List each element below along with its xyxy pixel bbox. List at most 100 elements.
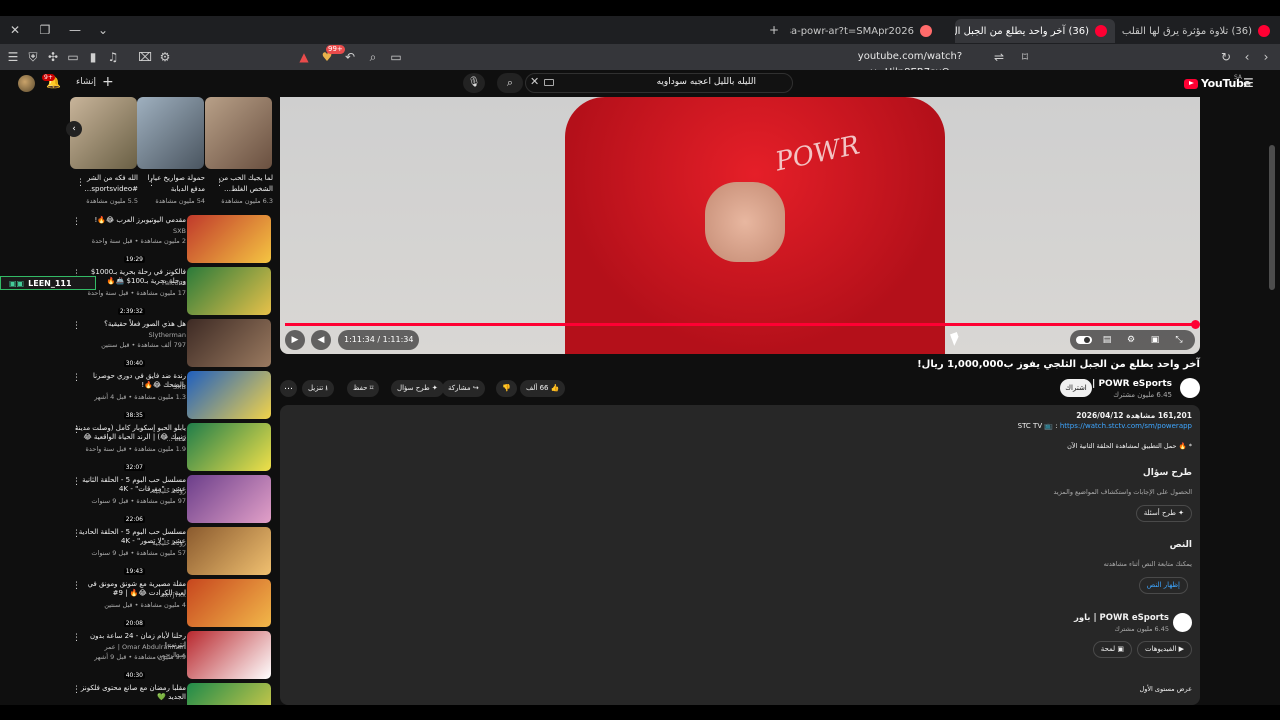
video-player[interactable]: POWR ▶ ◀ 1:11:34 / 1:11:34 ▤ ⚙ ▣ ⤡ <box>280 97 1200 354</box>
channel-name[interactable]: Slytherman <box>74 331 186 339</box>
short-thumbnail[interactable] <box>137 97 204 169</box>
volume-icon[interactable]: ◀ <box>311 330 331 350</box>
more-options-icon[interactable]: ⋮ <box>72 685 81 695</box>
forward-icon[interactable]: › <box>1257 48 1275 66</box>
more-options-icon[interactable]: ⋮ <box>72 425 81 435</box>
puzzle-icon[interactable]: ✣ <box>44 48 62 66</box>
share-button[interactable]: ↪ مشاركة <box>442 380 485 397</box>
video-thumbnail[interactable] <box>187 267 271 315</box>
tab-stctv[interactable]: stctv.com/sa-powr-ar?t=SMApr2026 <box>790 19 940 43</box>
more-options-icon[interactable]: ⋮ <box>215 178 224 188</box>
list-item[interactable]: 19:29 مقدمي اليوتيوبرز العرب 😂🔥! SXB 2 مليو… <box>60 215 275 267</box>
reload-alt-icon[interactable]: ↶ <box>341 48 359 66</box>
more-options-icon[interactable]: ⋮ <box>72 477 81 487</box>
video-title[interactable]: هل هذي الصور فعلاً حقيقية؟ <box>74 320 186 329</box>
channel-name[interactable]: LLE ... <box>74 435 186 443</box>
address-bar[interactable]: youtube.com/watch?v=Hiln8ER7suQ <box>820 49 1000 78</box>
sidebar-icon[interactable]: ▮ <box>84 48 102 66</box>
miniplayer-icon[interactable]: ▣ <box>1148 333 1162 347</box>
dislike-button[interactable]: 👎 <box>496 380 517 397</box>
settings-gear-icon[interactable]: ⚙ <box>1124 333 1138 347</box>
autoplay-toggle[interactable] <box>1076 336 1092 344</box>
more-options-icon[interactable]: ⋮ <box>76 178 85 188</box>
video-thumbnail[interactable] <box>187 683 271 705</box>
channel-name[interactable]: sxYjYxx <box>74 591 186 599</box>
description-link[interactable]: https://watch.stctv.com/sm/powerapp <box>1060 422 1192 430</box>
channel-name[interactable]: روتانا خليجية <box>74 539 186 547</box>
like-button[interactable]: 👍 66 ألف <box>520 380 566 397</box>
site-settings-icon[interactable]: ⇌ <box>990 48 1008 66</box>
tabs-icon[interactable]: ▭ <box>64 48 82 66</box>
list-item[interactable]: 22:06 مسلسل حب البوم 5 - الحلقة الثانية ع… <box>60 475 275 527</box>
progress-bar[interactable] <box>285 320 1200 329</box>
scrubber-handle[interactable] <box>1191 320 1200 329</box>
search-small-icon[interactable]: ⌕ <box>364 48 382 66</box>
tab-quran[interactable]: (36) تلاوة مؤثرة يرق لها القلب الشيخ ي <box>1118 19 1278 43</box>
clear-search-icon[interactable]: ✕ <box>530 75 539 88</box>
list-item[interactable]: 30:40 هل هذي الصور فعلاً حقيقية؟ Slytherma… <box>60 319 275 371</box>
create-button[interactable]: إنشاء + <box>76 75 114 89</box>
back-icon[interactable]: ‹ <box>1238 48 1256 66</box>
videos-button[interactable]: ▶ الفيديوهات <box>1137 641 1192 658</box>
channel-avatar-small[interactable] <box>1173 613 1192 632</box>
youtube-logo[interactable]: YouTube SA <box>1184 74 1251 90</box>
channel-name[interactable]: روتانا خليجية <box>74 487 186 495</box>
list-item[interactable]: 32:07 يابلو الحبو إسكوبار كامل (وصلت مدين… <box>60 423 275 475</box>
subtitles-icon[interactable]: ▤ <box>1100 333 1114 347</box>
ask-button[interactable]: ✦ طرح سؤال <box>391 380 444 397</box>
menu-icon[interactable]: ☰ <box>4 48 22 66</box>
more-options-icon[interactable]: ⋮ <box>72 529 81 539</box>
keyboard-icon[interactable] <box>544 79 554 86</box>
new-tab-icon[interactable]: + <box>765 21 783 39</box>
video-thumbnail[interactable] <box>187 527 271 575</box>
play-icon[interactable]: ▶ <box>285 330 305 350</box>
list-item[interactable]: 20:08 مقلة مصيرية مع شونق ومونق في لعبة ا… <box>60 579 275 631</box>
video-thumbnail[interactable] <box>187 215 271 263</box>
mic-icon[interactable]: 🎙 <box>463 73 485 93</box>
search-query[interactable]: الليله بالليل اعجبه سوداويه <box>657 77 756 87</box>
extension-icon[interactable]: ⚙ <box>156 48 174 66</box>
video-title[interactable]: مقلبا رمضان مع صانع محتوى فلكونز الجديد … <box>74 684 186 702</box>
minimize-window-icon[interactable]: — <box>66 21 84 39</box>
download-button[interactable]: ⭳ تنزيل <box>302 380 334 397</box>
list-item[interactable]: مقلبا رمضان مع صانع محتوى فلكونز الجديد … <box>60 683 275 705</box>
more-options-icon[interactable]: ⋮ <box>72 633 81 643</box>
show-transcript-button[interactable]: إظهار النص <box>1138 577 1188 594</box>
more-options-icon[interactable]: ⋮ <box>72 373 81 383</box>
save-button[interactable]: ⌑ حفظ <box>347 380 380 397</box>
tab-list-chevron-icon[interactable]: ⌄ <box>94 21 112 39</box>
more-options-icon[interactable]: ⋮ <box>72 217 81 227</box>
search-input[interactable]: الليله بالليل اعجبه سوداويه ✕ <box>525 73 793 93</box>
warning-icon[interactable]: ▲ <box>295 48 313 66</box>
more-actions-icon[interactable]: … <box>280 380 297 397</box>
video-thumbnail[interactable] <box>187 631 271 679</box>
more-options-icon[interactable]: ⋮ <box>72 581 81 591</box>
list-item[interactable]: 19:43 مسلسل حب البوم 5 - الحلقة الحادية ع… <box>60 527 275 579</box>
about-button[interactable]: ▣ لمحة <box>1092 641 1132 658</box>
description-channel-name[interactable]: POWR eSports | باور <box>1074 613 1169 623</box>
description-panel[interactable]: 161,201 مشاهدة 2026/04/12 STC TV 📺 : htt… <box>280 405 1200 705</box>
hamburger-menu-icon[interactable]: ☰ <box>1243 76 1254 90</box>
restore-window-icon[interactable]: ❐ <box>36 21 54 39</box>
music-icon[interactable]: ♫ <box>104 48 122 66</box>
video-thumbnail[interactable] <box>187 579 271 627</box>
close-window-icon[interactable]: ✕ <box>6 21 24 39</box>
avatar[interactable] <box>18 75 35 92</box>
list-item[interactable]: 40:30 رحلنا لأيام زمان - 24 ساعة بدون إنت… <box>60 631 275 683</box>
short-thumbnail[interactable] <box>205 97 272 169</box>
channel-name[interactable]: SXB <box>74 383 186 391</box>
list-item[interactable]: 2:39:32 فالكونز في رحلة بحرية بـ1000$ ورح… <box>60 267 275 319</box>
tab-active-video[interactable]: (36) آخر واحد يطلع من الجبل ال ✕ <box>955 19 1115 43</box>
video-thumbnail[interactable] <box>187 319 271 367</box>
video-thumbnail[interactable] <box>187 423 271 471</box>
search-icon[interactable]: ⌕ <box>497 73 523 93</box>
cast-icon[interactable]: ▭ <box>387 48 405 66</box>
channel-avatar[interactable] <box>1180 378 1200 398</box>
video-title[interactable]: مقدمي اليوتيوبرز العرب 😂🔥! <box>74 216 186 225</box>
video-thumbnail[interactable] <box>187 475 271 523</box>
subscribe-button[interactable]: اشتراك <box>1060 379 1092 397</box>
video-thumbnail[interactable] <box>187 371 271 419</box>
ask-questions-button[interactable]: ✦ طرح أسئلة <box>1135 505 1192 522</box>
channel-name[interactable]: SXB <box>74 227 186 235</box>
more-options-icon[interactable]: ⋮ <box>72 321 81 331</box>
